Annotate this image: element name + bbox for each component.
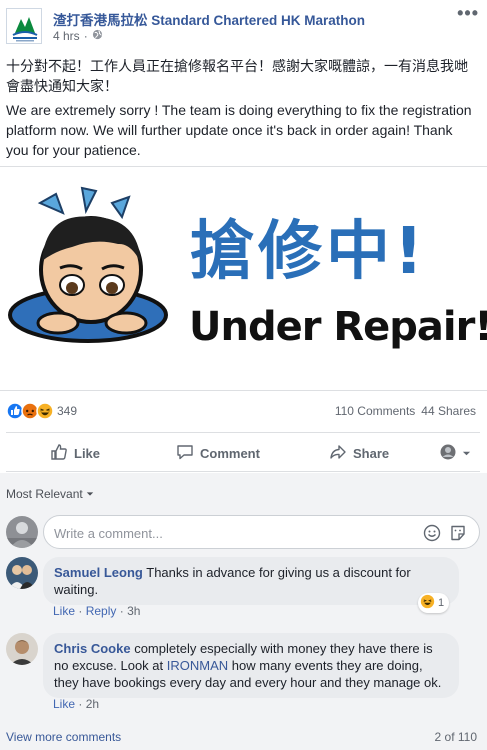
audience-selector[interactable] xyxy=(440,444,471,463)
comment-bubble-icon xyxy=(176,443,194,464)
dropdown-caret-icon xyxy=(86,487,94,501)
like-button[interactable]: Like xyxy=(50,443,100,464)
comment-text-continued: no excuse. Look at xyxy=(54,658,164,673)
post-actions: Like Comment Share xyxy=(6,432,480,472)
comment-author-link[interactable]: Samuel Leong xyxy=(54,565,143,580)
page-avatar[interactable] xyxy=(6,8,42,44)
post-text-english: We are extremely sorry ! The team is doi… xyxy=(6,102,472,158)
comment-item: Samuel Leong Thanks in advance for givin… xyxy=(6,557,480,621)
reaction-count[interactable]: 349 xyxy=(57,404,77,418)
comment-timestamp[interactable]: 3h xyxy=(127,604,140,618)
comment-like-link[interactable]: Like xyxy=(53,697,75,711)
more-options-icon[interactable]: ••• xyxy=(457,3,479,24)
comment-reply-link[interactable]: Reply xyxy=(86,604,117,618)
reaction-icons[interactable] xyxy=(6,402,54,423)
comments-count-link[interactable]: 110 Comments xyxy=(335,404,415,418)
comment-author-link[interactable]: Chris Cooke xyxy=(54,641,131,656)
comment-text-continued: how many events they are doing, xyxy=(231,658,423,673)
shares-count-link[interactable]: 44 Shares xyxy=(421,404,476,418)
view-more-comments-link[interactable]: View more comments xyxy=(6,730,121,744)
comment-bubble: Chris Cooke completely especially with m… xyxy=(43,633,459,698)
comment-timestamp[interactable]: 2h xyxy=(86,697,99,711)
commenter-avatar[interactable] xyxy=(6,633,38,665)
post-body: 十分對不起！工作人員正在搶修報名平台！感謝大家嘅體諒，一有消息我哋會盡快通知大家… xyxy=(6,56,478,160)
commenter-avatar[interactable] xyxy=(6,557,38,589)
comment-button[interactable]: Comment xyxy=(176,443,260,464)
post-meta: 4 hrs · xyxy=(53,29,103,43)
current-user-avatar[interactable] xyxy=(6,516,38,548)
post-text-chinese: 十分對不起！工作人員正在搶修報名平台！感謝大家嘅體諒，一有消息我哋會盡快通知大家… xyxy=(6,58,468,94)
comment-sort-dropdown[interactable]: Most Relevant xyxy=(6,487,94,501)
emoji-icon[interactable] xyxy=(423,524,441,545)
comment-item: Chris Cooke completely especially with m… xyxy=(6,633,480,719)
comment-actions: Like · Reply · 3h xyxy=(53,604,141,618)
comment-actions: Like · 2h xyxy=(53,697,100,711)
comment-text-continued: waiting. xyxy=(54,582,99,597)
comment-bubble: Samuel Leong Thanks in advance for givin… xyxy=(43,557,459,605)
comment-input[interactable] xyxy=(54,523,414,543)
thumbs-up-icon xyxy=(50,443,68,464)
haha-reaction-icon xyxy=(36,402,54,423)
comment-text-continued: they have bookings every day and every h… xyxy=(54,675,442,690)
post-stats: 110 Comments 44 Shares xyxy=(335,404,476,418)
post-header: 渣打香港馬拉松 Standard Chartered HK Marathon 4… xyxy=(0,0,487,50)
comment-text: Thanks in advance for giving us a discou… xyxy=(146,565,411,580)
comment-pagination: 2 of 110 xyxy=(434,730,477,744)
share-button[interactable]: Share xyxy=(329,443,389,464)
ironman-link[interactable]: IRONMAN xyxy=(167,658,228,673)
comment-text: completely especially with money they ha… xyxy=(134,641,433,656)
reactions-bar: 349 110 Comments 44 Shares xyxy=(0,398,487,426)
post-card: 渣打香港馬拉松 Standard Chartered HK Marathon 4… xyxy=(0,0,487,473)
share-arrow-icon xyxy=(329,443,347,464)
comment-reaction-badge[interactable]: 1 xyxy=(418,593,450,613)
comment-like-link[interactable]: Like xyxy=(53,604,75,618)
sticker-icon[interactable] xyxy=(449,524,467,545)
profile-globe-icon xyxy=(440,444,456,463)
page-name-link[interactable]: 渣打香港馬拉松 Standard Chartered HK Marathon xyxy=(53,9,365,29)
globe-icon xyxy=(92,29,103,43)
post-image[interactable]: 搶修中! Under Repair! xyxy=(0,166,487,391)
comment-input-box xyxy=(43,515,480,549)
post-timestamp[interactable]: 4 hrs xyxy=(53,29,80,43)
image-heading-chinese: 搶修中! xyxy=(190,215,428,289)
chevron-down-icon xyxy=(462,446,471,461)
write-comment-row xyxy=(6,515,480,549)
haha-reaction-icon xyxy=(420,594,435,612)
comments-section: Most Relevant Samuel Leong Thanks in adv… xyxy=(0,473,487,750)
image-heading-english: Under Repair! xyxy=(189,304,487,350)
